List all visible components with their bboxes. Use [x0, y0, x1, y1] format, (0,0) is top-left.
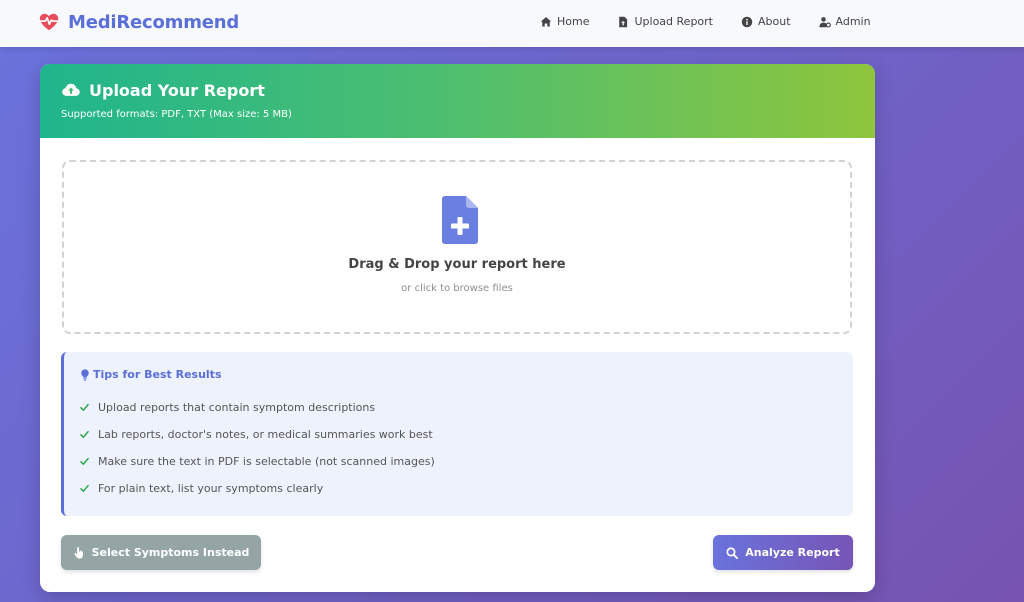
brand-link[interactable]: MediRecommend	[38, 11, 239, 33]
card-title-text: Upload Your Report	[89, 80, 265, 100]
file-upload-icon	[619, 16, 628, 27]
check-icon	[80, 484, 89, 492]
tip-text: Lab reports, doctor's notes, or medical …	[98, 428, 433, 441]
dropzone-subtitle: or click to browse files	[401, 283, 513, 294]
nav-about-label: About	[758, 15, 791, 28]
tip-text: Make sure the text in PDF is selectable …	[98, 455, 435, 468]
nav-admin[interactable]: Admin	[818, 15, 871, 28]
check-icon	[80, 430, 89, 438]
dropzone-title: Drag & Drop your report here	[348, 257, 566, 272]
analyze-report-button[interactable]: Analyze Report	[713, 535, 853, 570]
file-dropzone[interactable]: Drag & Drop your report here or click to…	[62, 160, 852, 334]
nav-home[interactable]: Home	[540, 15, 589, 28]
select-symptoms-button[interactable]: Select Symptoms Instead	[61, 535, 261, 570]
nav-upload-label: Upload Report	[634, 15, 713, 28]
check-icon	[80, 403, 89, 411]
tips-title-text: Tips for Best Results	[93, 368, 222, 381]
brand-name: MediRecommend	[68, 11, 240, 33]
nav-home-label: Home	[557, 15, 590, 28]
tip-item: Make sure the text in PDF is selectable …	[80, 455, 435, 468]
home-icon	[540, 16, 552, 26]
tip-item: For plain text, list your symptoms clear…	[80, 482, 323, 495]
hand-pointer-icon	[74, 546, 83, 559]
tips-panel: Tips for Best Results Upload reports tha…	[61, 352, 853, 516]
tip-item: Lab reports, doctor's notes, or medical …	[80, 428, 433, 441]
card-title: Upload Your Report	[61, 80, 265, 100]
search-icon	[726, 546, 739, 559]
top-navbar: MediRecommend Home Upload Report About A…	[0, 0, 1024, 47]
select-symptoms-label: Select Symptoms Instead	[91, 546, 250, 559]
tip-text: Upload reports that contain symptom desc…	[98, 401, 376, 414]
main-nav: Home Upload Report About Admin	[540, 15, 899, 28]
card-header: Upload Your Report Supported formats: PD…	[40, 64, 875, 138]
analyze-report-label: Analyze Report	[745, 546, 840, 559]
cloud-upload-icon	[62, 83, 80, 96]
nav-admin-label: Admin	[835, 15, 871, 28]
heartbeat-icon	[39, 13, 59, 31]
info-icon	[741, 16, 753, 27]
lightbulb-icon	[81, 368, 89, 381]
tip-item: Upload reports that contain symptom desc…	[80, 401, 375, 414]
nav-about[interactable]: About	[741, 15, 791, 28]
check-icon	[80, 457, 89, 465]
user-cog-icon	[818, 16, 831, 28]
nav-upload-report[interactable]: Upload Report	[617, 15, 713, 28]
upload-card: Upload Your Report Supported formats: PD…	[40, 64, 875, 592]
file-plus-icon	[442, 196, 478, 244]
tip-text: For plain text, list your symptoms clear…	[98, 482, 324, 495]
supported-formats: Supported formats: PDF, TXT (Max size: 5…	[61, 109, 292, 120]
tips-title: Tips for Best Results	[80, 368, 222, 381]
